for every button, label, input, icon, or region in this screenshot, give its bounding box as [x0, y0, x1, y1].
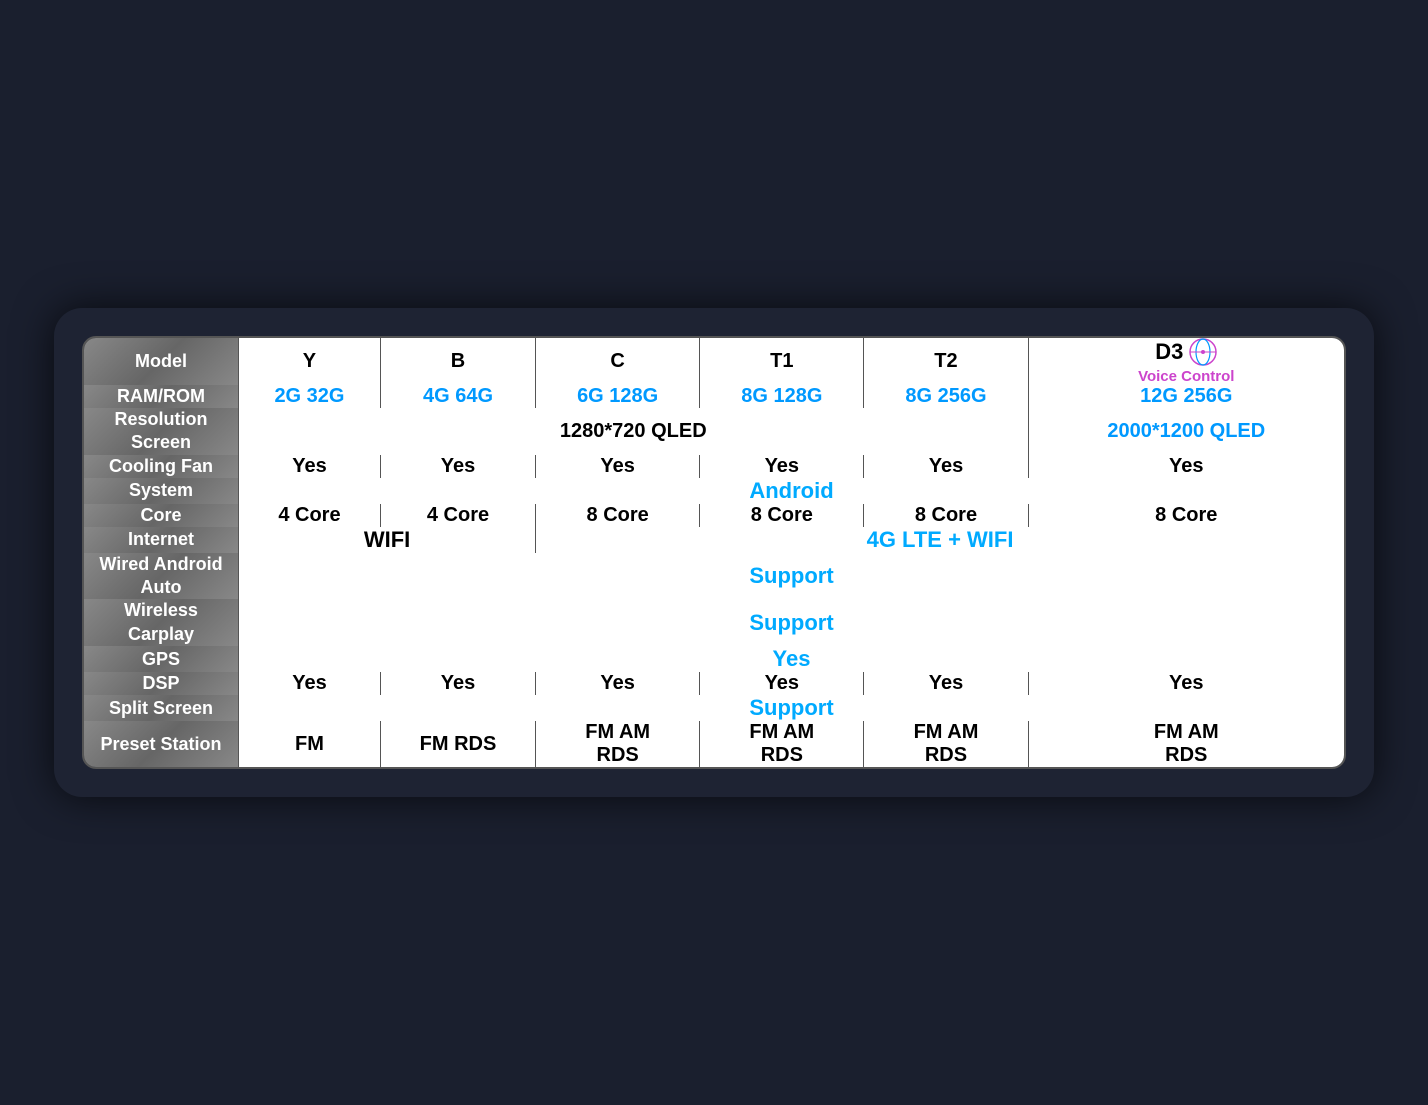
cell-ram-t2: 8G 256G	[864, 385, 1028, 408]
cell-cooling-d3: Yes	[1029, 455, 1344, 478]
cell-model-t2: T2	[864, 338, 1028, 385]
cell-system: Android	[239, 478, 1344, 504]
label-dsp: DSP	[84, 672, 239, 695]
row-gps: GPS Yes	[84, 646, 1344, 672]
cell-internet-wifi: WIFI	[239, 527, 536, 553]
cell-gps: Yes	[239, 646, 1344, 672]
cell-core-b: 4 Core	[381, 504, 536, 527]
cell-resolution-main: 1280*720 QLED	[239, 408, 1029, 455]
cell-model-y: Y	[239, 338, 381, 385]
cell-preset-b: FM RDS	[381, 721, 536, 767]
cell-model-c: C	[536, 338, 700, 385]
label-internet: Internet	[84, 527, 239, 553]
label-core: Core	[84, 504, 239, 527]
row-preset: Preset Station FM FM RDS FM AMRDS FM AMR…	[84, 721, 1344, 767]
cell-dsp-t1: Yes	[700, 672, 864, 695]
cell-core-t2: 8 Core	[864, 504, 1028, 527]
label-preset: Preset Station	[84, 721, 239, 767]
label-model: Model	[84, 338, 239, 385]
voice-control-icon	[1189, 338, 1217, 366]
cell-dsp-y: Yes	[239, 672, 381, 695]
cell-split: Support	[239, 695, 1344, 721]
cell-model-b: B	[381, 338, 536, 385]
row-internet: Internet WIFI 4G LTE + WIFI	[84, 527, 1344, 553]
cell-model-t1: T1	[700, 338, 864, 385]
label-system: System	[84, 478, 239, 504]
comparison-table: Model Y B C T1 T2 D	[82, 336, 1346, 769]
row-wired: Wired AndroidAuto Support	[84, 553, 1344, 600]
cell-wireless: Support	[239, 599, 1344, 646]
cell-dsp-t2: Yes	[864, 672, 1028, 695]
label-gps: GPS	[84, 646, 239, 672]
cell-core-y: 4 Core	[239, 504, 381, 527]
cell-model-d3: D3 Voice Control	[1029, 338, 1344, 385]
label-wireless: WirelessCarplay	[84, 599, 239, 646]
cell-preset-c: FM AMRDS	[536, 721, 700, 767]
cell-ram-y: 2G 32G	[239, 385, 381, 408]
cell-dsp-d3: Yes	[1029, 672, 1344, 695]
row-core: Core 4 Core 4 Core 8 Core 8 Core 8 Core	[84, 504, 1344, 527]
cell-core-c: 8 Core	[536, 504, 700, 527]
label-ram: RAM/ROM	[84, 385, 239, 408]
cell-core-d3: 8 Core	[1029, 504, 1344, 527]
label-wired: Wired AndroidAuto	[84, 553, 239, 600]
label-split: Split Screen	[84, 695, 239, 721]
cell-ram-c: 6G 128G	[536, 385, 700, 408]
cell-cooling-b: Yes	[381, 455, 536, 478]
cell-cooling-y: Yes	[239, 455, 381, 478]
cell-internet-4g: 4G LTE + WIFI	[536, 527, 1344, 553]
cell-preset-d3: FM AMRDS	[1029, 721, 1344, 767]
label-resolution: ResolutionScreen	[84, 408, 239, 455]
row-system: System Android	[84, 478, 1344, 504]
cell-cooling-t1: Yes	[700, 455, 864, 478]
row-model: Model Y B C T1 T2 D	[84, 338, 1344, 385]
cell-ram-b: 4G 64G	[381, 385, 536, 408]
cell-cooling-t2: Yes	[864, 455, 1028, 478]
cell-preset-t2: FM AMRDS	[864, 721, 1028, 767]
row-cooling: Cooling Fan Yes Yes Yes Yes Yes	[84, 455, 1344, 478]
row-wireless: WirelessCarplay Support	[84, 599, 1344, 646]
row-split: Split Screen Support	[84, 695, 1344, 721]
row-dsp: DSP Yes Yes Yes Yes Yes Yes	[84, 672, 1344, 695]
row-resolution: ResolutionScreen 1280*720 QLED 2000*1200…	[84, 408, 1344, 455]
cell-preset-y: FM	[239, 721, 381, 767]
cell-dsp-c: Yes	[536, 672, 700, 695]
outer-container: Model Y B C T1 T2 D	[54, 308, 1374, 797]
cell-resolution-d3: 2000*1200 QLED	[1029, 408, 1344, 455]
row-ram: RAM/ROM 2G 32G 4G 64G 6G 128G 8G 128G 8G…	[84, 385, 1344, 408]
cell-ram-t1: 8G 128G	[700, 385, 864, 408]
cell-preset-t1: FM AMRDS	[700, 721, 864, 767]
cell-core-t1: 8 Core	[700, 504, 864, 527]
cell-ram-d3: 12G 256G	[1029, 385, 1344, 408]
cell-wired: Support	[239, 553, 1344, 600]
label-cooling: Cooling Fan	[84, 455, 239, 478]
cell-dsp-b: Yes	[381, 672, 536, 695]
cell-cooling-c: Yes	[536, 455, 700, 478]
